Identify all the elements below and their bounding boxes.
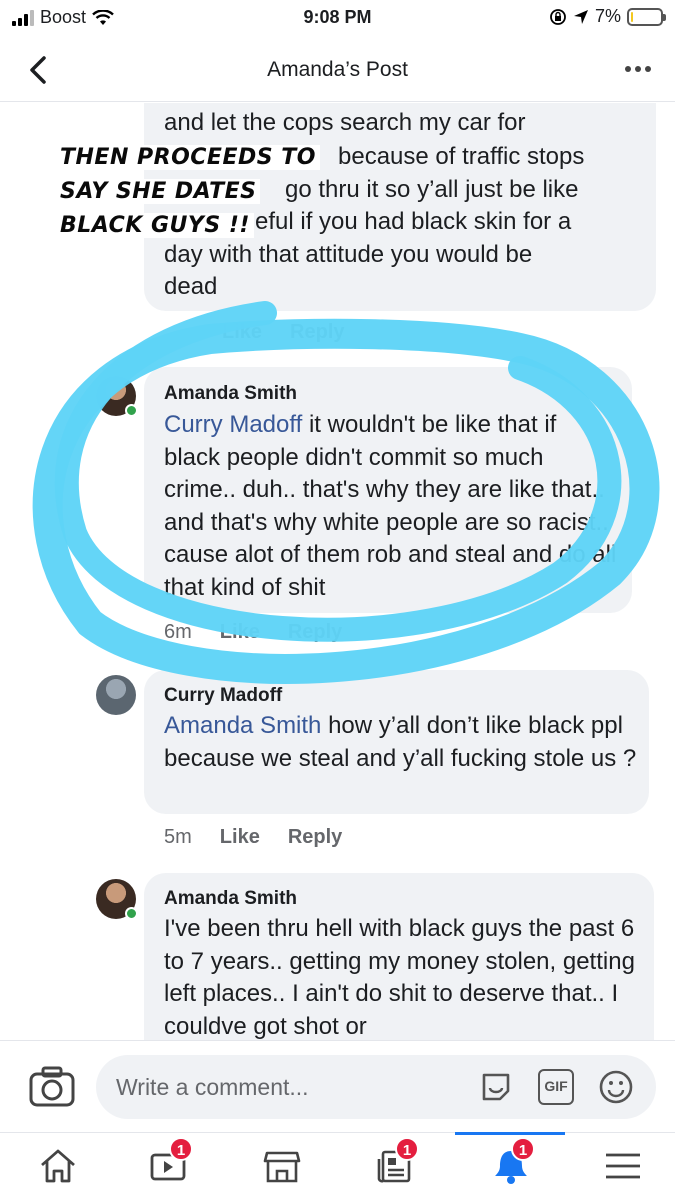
page-title: Amanda’s Post bbox=[267, 58, 408, 81]
battery-percent: 7% bbox=[594, 6, 621, 26]
tab-marketplace[interactable] bbox=[256, 1143, 306, 1189]
more-options-button[interactable] bbox=[625, 66, 651, 72]
battery-icon bbox=[627, 7, 666, 26]
comment-composer: Write a comment... GIF bbox=[0, 1040, 675, 1132]
status-bar: Boost 9:08 PM 7% bbox=[0, 0, 675, 36]
comment-input-placeholder: Write a comment... bbox=[116, 1074, 309, 1100]
overlay-caption-line: BLACK GUYS !! bbox=[56, 213, 254, 238]
tab-menu[interactable] bbox=[597, 1143, 647, 1189]
marketplace-icon bbox=[263, 1151, 301, 1183]
comment-input[interactable]: Write a comment... GIF bbox=[96, 1055, 656, 1119]
gif-button[interactable]: GIF bbox=[538, 1069, 574, 1105]
sticker-icon[interactable] bbox=[478, 1069, 514, 1105]
camera-button[interactable] bbox=[28, 1065, 76, 1109]
comments-feed[interactable]: and let the cops search my car for becau… bbox=[0, 103, 675, 1040]
tab-watch[interactable]: 1 bbox=[143, 1137, 193, 1189]
tab-home[interactable] bbox=[32, 1143, 82, 1189]
home-icon bbox=[41, 1149, 75, 1183]
highlight-scribble bbox=[32, 301, 660, 684]
tab-bar: 1 1 1 bbox=[0, 1132, 675, 1200]
location-icon bbox=[573, 9, 588, 24]
camera-icon bbox=[29, 1066, 75, 1107]
tab-news[interactable]: 1 bbox=[369, 1137, 419, 1189]
overlay-caption-line: SAY SHE DATES bbox=[56, 179, 261, 204]
lock-rotation-icon bbox=[550, 8, 566, 25]
notification-badge: 1 bbox=[169, 1137, 193, 1161]
menu-icon bbox=[606, 1153, 640, 1179]
status-right-group: 7% bbox=[549, 6, 666, 27]
post-header: Amanda’s Post bbox=[0, 38, 675, 102]
active-tab-indicator bbox=[455, 1132, 565, 1135]
tab-notifications[interactable]: 1 bbox=[485, 1137, 535, 1189]
emoji-icon[interactable] bbox=[598, 1069, 634, 1105]
notification-badge: 1 bbox=[511, 1137, 535, 1161]
notification-badge: 1 bbox=[395, 1137, 419, 1161]
overlay-caption-line: THEN PROCEEDS TO bbox=[56, 145, 320, 170]
